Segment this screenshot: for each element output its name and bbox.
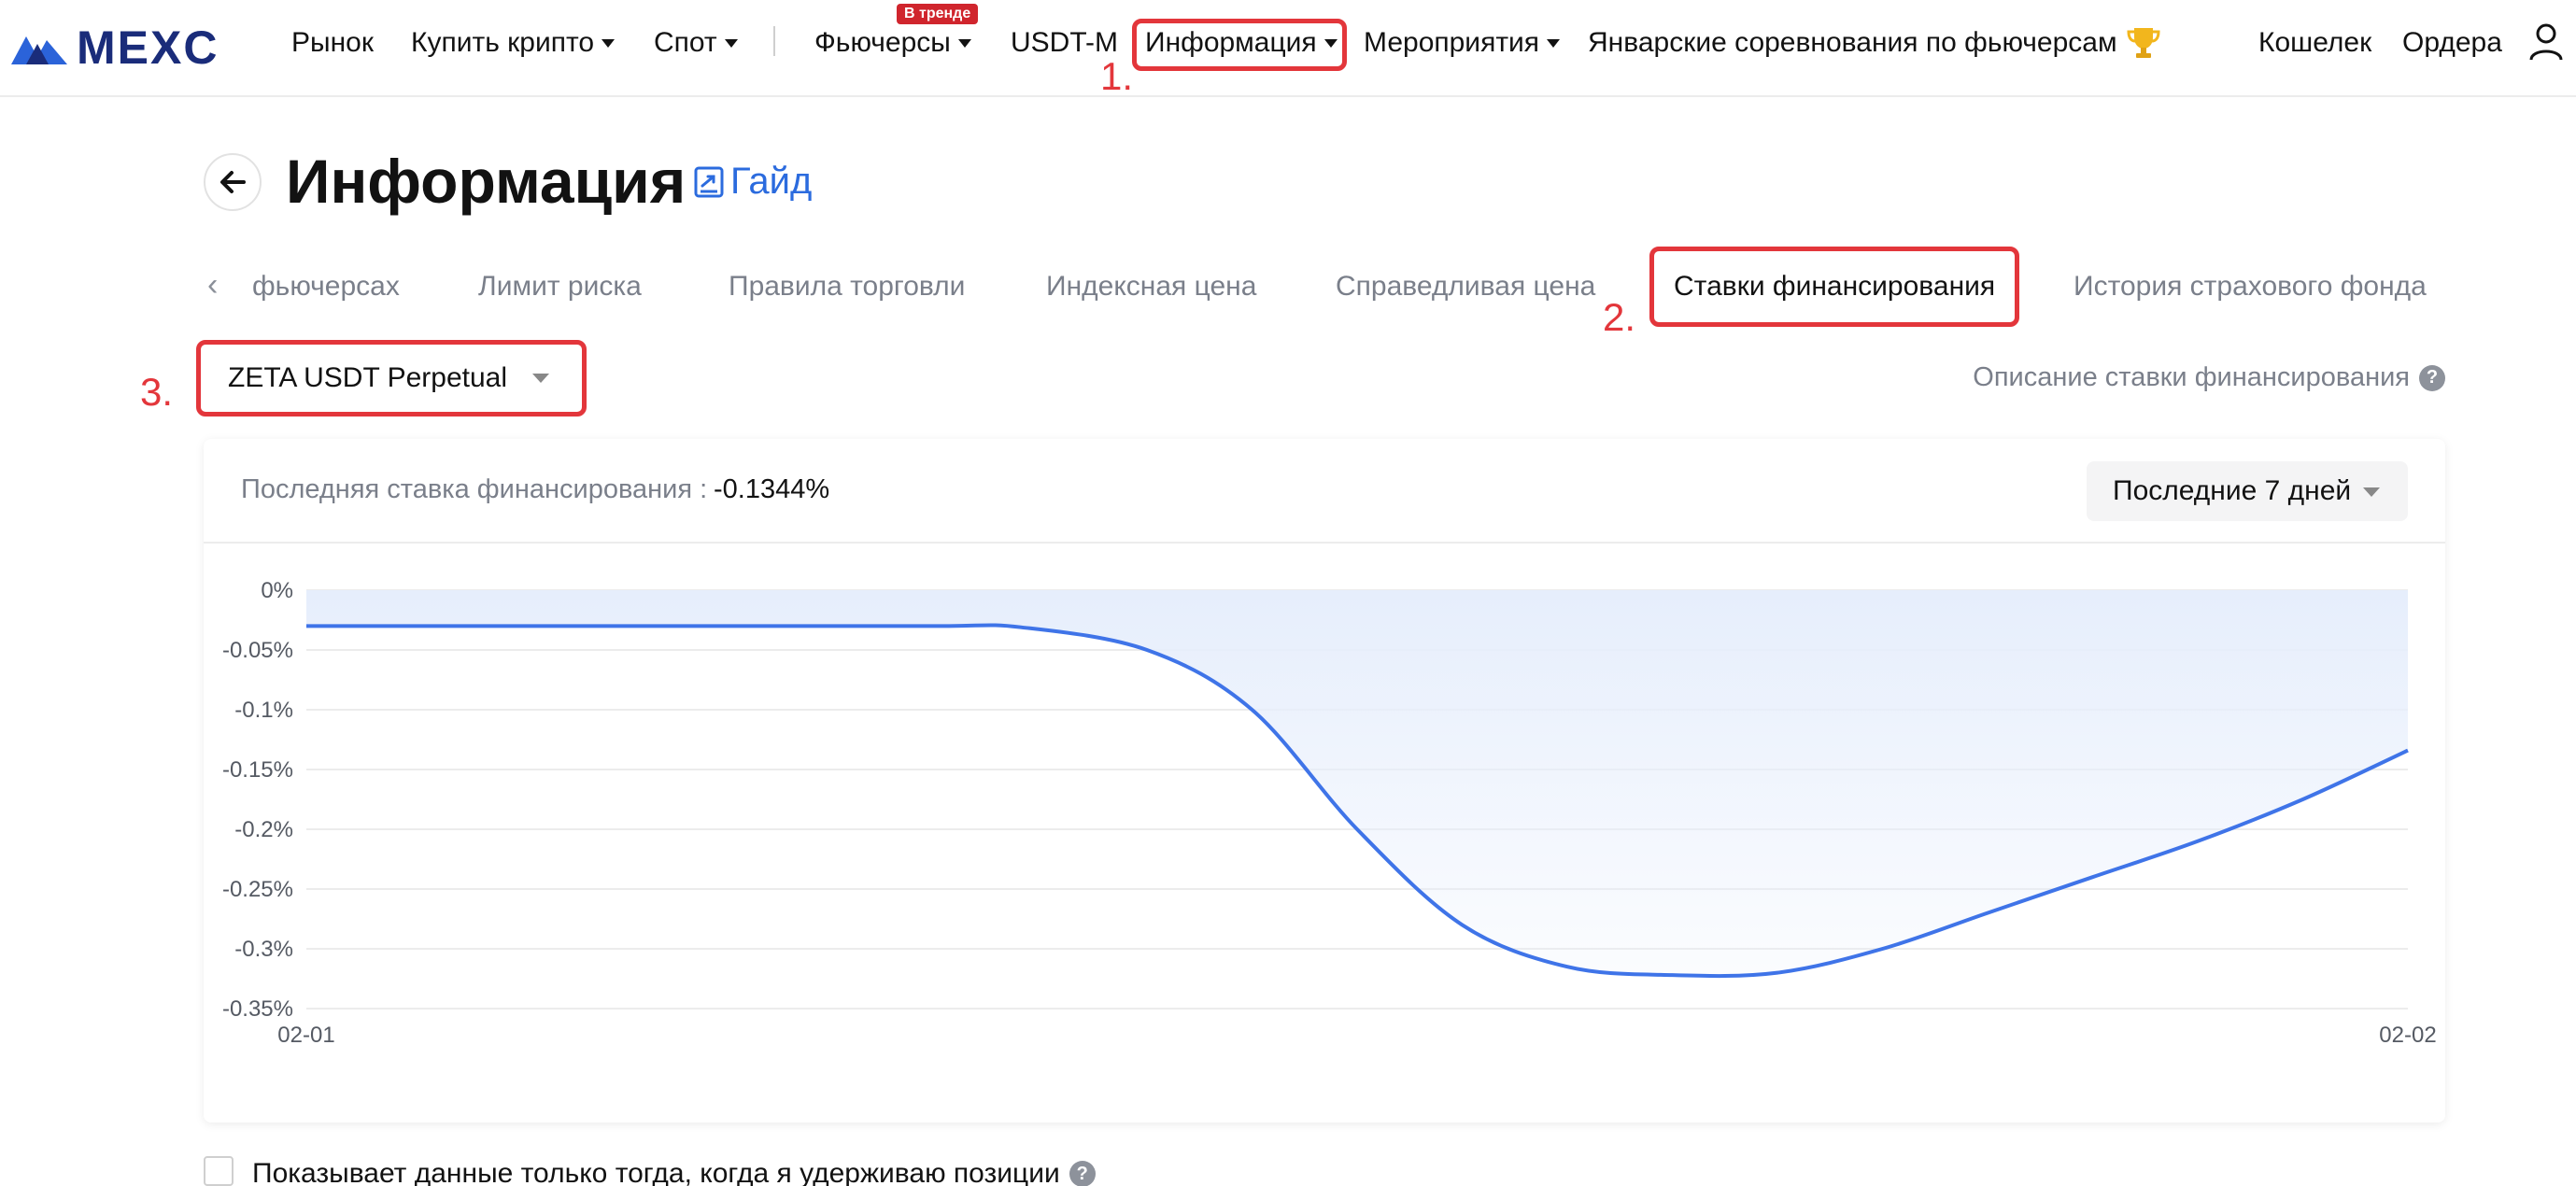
tab-fair-price[interactable]: Справедливая цена [1336,271,1595,303]
mexc-logo-icon [11,36,67,64]
user-profile-button[interactable] [2527,22,2565,66]
nav-market[interactable]: Рынок [291,24,374,62]
y-tick-label: 0% [261,578,293,603]
only-positions-label: Показывает данные только тогда, когда я … [252,1158,1096,1186]
top-navigation: MEXC Рынок Купить крипто Спот В тренде Ф… [0,0,2576,98]
step-1-label: 1. [1100,54,1134,98]
guide-link[interactable]: Гайд [693,161,812,203]
tabs-scroll-left-icon[interactable]: ‹ [207,267,218,304]
nav-spot-label: Спот [654,27,717,58]
arrow-left-icon [220,171,246,193]
step-3-label: 3. [140,370,174,414]
x-tick-label: 02-01 [277,1023,334,1048]
y-tick-label: -0.05% [222,638,293,663]
tab-risk-limit[interactable]: Лимит риска [478,271,642,303]
highlight-box-funding-rates [1649,247,2019,327]
guide-label: Гайд [730,161,813,202]
caret-down-icon [602,38,616,48]
only-positions-checkbox[interactable] [204,1156,234,1186]
y-tick-label: -0.25% [222,877,293,902]
highlight-box-information [1132,19,1347,71]
nav-contest-label: Январские соревнования по фьючерсам [1588,27,2117,58]
nav-wallet-label: Кошелек [2258,27,2372,58]
nav-buy-crypto-label: Купить крипто [411,27,595,58]
period-select-value: Последние 7 дней [2113,475,2352,506]
help-icon: ? [2419,364,2445,391]
funding-rate-description-link[interactable]: Описание ставки финансирования ? [1973,362,2445,393]
nav-orders[interactable]: Ордера [2402,24,2502,62]
nav-buy-crypto[interactable]: Купить крипто [411,24,616,62]
caret-down-icon [724,38,738,48]
last-funding-rate-value: -0.1344% [714,474,830,504]
nav-january-futures-contest[interactable]: Январские соревнования по фьючерсам [1588,24,2162,62]
nav-futures[interactable]: Фьючерсы [814,24,971,62]
tab-index-price[interactable]: Индексная цена [1046,271,1256,303]
nav-divider [773,26,775,56]
funding-rate-description-label: Описание ставки финансирования [1973,362,2410,392]
card-header: Последняя ставка финансирования : -0.134… [204,439,2445,544]
y-tick-label: -0.15% [222,757,293,783]
user-icon [2529,23,2563,61]
series-area [306,590,2408,977]
nav-orders-label: Ордера [2402,27,2502,58]
highlight-box-symbol-select [196,340,587,417]
page-title: Информация [286,147,686,216]
step-2-label: 2. [1603,295,1636,339]
y-tick-label: -0.35% [222,996,293,1022]
tab-trading-rules[interactable]: Правила торговли [729,271,965,303]
nav-futures-label: Фьючерсы [814,27,951,58]
logo-text: MEXC [77,21,219,74]
y-tick-label: -0.2% [234,817,293,842]
funding-rate-chart: 0% -0.05% -0.1% -0.15% -0.2% -0.25% -0.3% -0.35… [222,578,2437,1048]
tab-insurance-fund-history[interactable]: История страхового фонда [2074,271,2427,303]
nav-spot[interactable]: Спот [654,24,738,62]
last-funding-rate-label: Последняя ставка финансирования : [241,474,708,504]
nav-events-label: Мероприятия [1364,27,1540,58]
chevron-down-icon [2363,487,2380,497]
only-positions-text: Показывает данные только тогда, когда я … [252,1158,1060,1186]
y-tick-label: -0.3% [234,937,293,962]
trophy-icon [2127,28,2160,58]
tab-futures[interactable]: фьючерсах [252,271,400,303]
mexc-logo[interactable]: MEXC [9,19,219,77]
nav-events[interactable]: Мероприятия [1364,24,1561,62]
nav-wallet[interactable]: Кошелек [2258,24,2371,62]
x-tick-label: 02-02 [2379,1023,2436,1048]
caret-down-icon [1547,38,1561,48]
y-tick-label: -0.1% [234,698,293,723]
help-icon: ? [1069,1161,1096,1186]
caret-down-icon [957,38,971,48]
trending-badge: В тренде [897,4,979,24]
nav-market-label: Рынок [291,27,374,58]
back-button[interactable] [204,153,262,211]
guide-book-icon [694,166,724,197]
period-select[interactable]: Последние 7 дней [2087,461,2408,521]
funding-rate-card: Последняя ставка финансирования : -0.134… [204,439,2445,1122]
